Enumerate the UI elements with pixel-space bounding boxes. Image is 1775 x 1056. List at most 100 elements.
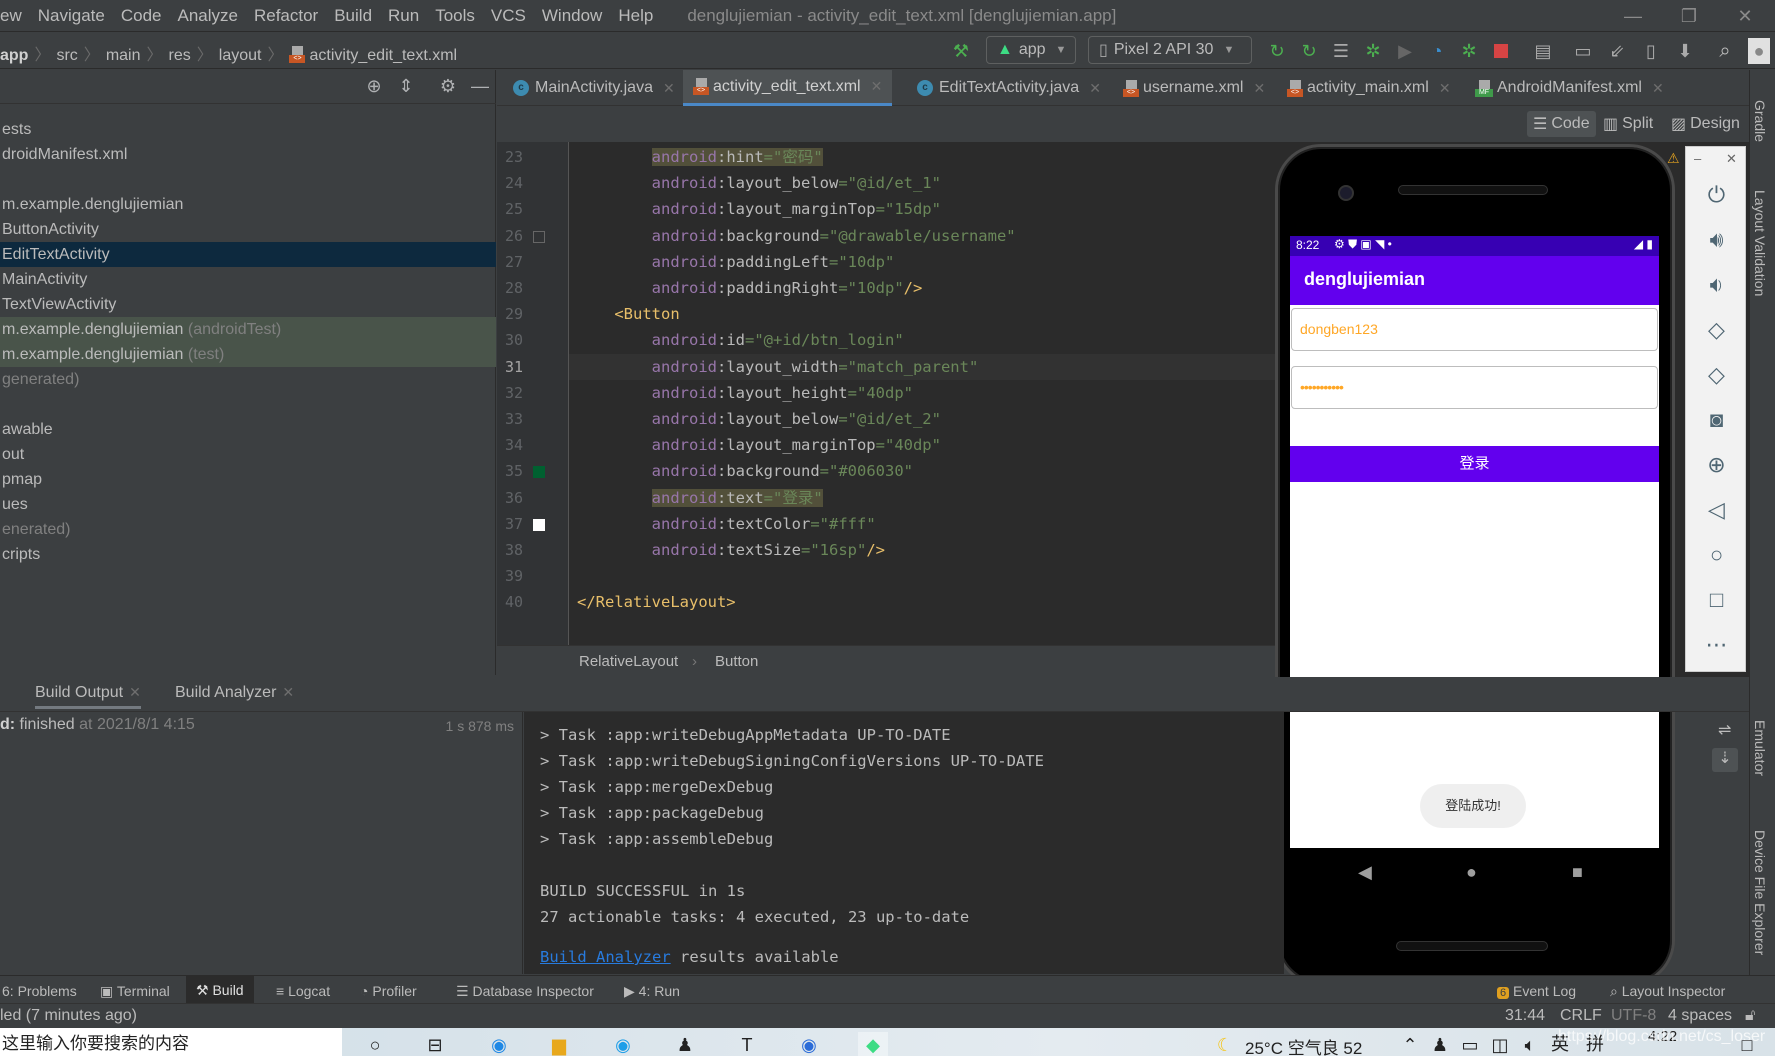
collapse-all-icon[interactable]: ⇕ [394,76,418,98]
close-tab-icon[interactable]: ✕ [282,684,294,700]
qq-tray-icon[interactable]: ♟ [1425,1032,1455,1056]
tab-androidmanifest-xml[interactable]: AndroidManifest.xml✕ [1469,70,1670,106]
menu-help[interactable]: Help [610,6,661,26]
camera-icon[interactable]: ◙ [1686,402,1747,438]
emulator-tool[interactable]: Emulator [1752,720,1768,776]
breadcrumb-layout[interactable]: layout [219,47,262,64]
file-explorer-icon[interactable]: ▆ [544,1032,574,1056]
minimize-button[interactable]: — [1605,0,1661,32]
stop-icon[interactable] [1488,38,1514,64]
apply-code-changes-icon[interactable]: ☰ [1328,38,1354,64]
database-inspector-tool[interactable]: ☰ Database Inspector [456,980,594,1002]
color-swatch-icon[interactable] [533,466,545,479]
overview-icon[interactable]: □ [1686,582,1747,618]
breadcrumb-main[interactable]: main [106,47,141,64]
typora-icon[interactable]: T [732,1032,762,1056]
code-line[interactable]: <Button [577,301,679,327]
breadcrumb-res[interactable]: res [169,47,191,64]
more-icon[interactable]: ⋯ [1686,627,1747,663]
code-line[interactable]: android:layout_height="40dp" [577,380,913,406]
tab-build-output[interactable]: Build Output ✕ [35,684,141,709]
run-config-dropdown[interactable]: ▲ app ▼ [986,36,1076,64]
task-view-icon[interactable]: ⊟ [420,1032,450,1056]
build-analyzer-link[interactable]: Build Analyzer [540,948,671,966]
file-encoding[interactable]: UTF-8 [1611,1007,1656,1025]
rotate-left-icon[interactable]: ◇ [1686,312,1747,348]
project-tree-item[interactable] [0,167,496,192]
rotate-right-icon[interactable]: ◇ [1686,357,1747,393]
sdk-manager-icon[interactable]: ⬇ [1672,38,1698,64]
soft-wrap-icon[interactable]: ⇌ [1718,720,1731,740]
code-line[interactable]: android:id="@+id/btn_login" [577,327,904,353]
code-line[interactable]: android:layout_width="match_parent" [577,354,979,380]
breadcrumb-file[interactable]: activity_edit_text.xml [309,47,457,64]
code-line[interactable]: android:layout_marginTop="40dp" [577,432,941,458]
device-dropdown[interactable]: ▯ Pixel 2 API 30 ▼ [1088,36,1252,64]
tray-chevron-icon[interactable]: ⌃ [1395,1032,1425,1056]
code-line[interactable]: android:text="登录" [577,485,823,511]
code-line[interactable]: android:textSize="16sp"/> [577,537,885,563]
layout-inspector-tool[interactable]: ⌕ Layout Inspector [1610,980,1725,1002]
close-icon[interactable]: ✕ [1726,151,1737,167]
project-tree-item[interactable]: MainActivity [0,267,496,292]
breadcrumb-app[interactable]: app [0,47,28,64]
code-line[interactable]: android:layout_marginTop="15dp" [577,196,941,222]
project-tree-item[interactable]: TextViewActivity [0,292,496,317]
profile-icon[interactable]: ◔ [1424,38,1450,64]
power-icon[interactable]: ⏻ [1686,177,1747,213]
tab-username-xml[interactable]: username.xml✕ [1117,70,1271,106]
menu-tools[interactable]: Tools [427,6,483,26]
breadcrumb-src[interactable]: src [56,47,77,64]
menu-window[interactable]: Window [534,6,610,26]
gear-icon[interactable]: ⚙ [436,76,460,98]
locate-icon[interactable]: ⊕ [362,76,386,98]
home-icon[interactable]: ○ [1686,537,1747,573]
code-mode-button[interactable]: ☰ Code [1527,111,1596,137]
code-line[interactable]: android:paddingLeft="10dp" [577,249,895,275]
apply-changes-icon[interactable]: ↻ [1296,38,1322,64]
profiler-tool[interactable]: ◔ Profiler [360,980,417,1002]
close-tab-icon[interactable]: ✕ [129,684,141,700]
login-button[interactable]: 登录 [1290,446,1659,482]
username-field[interactable]: dongben123 [1291,308,1658,351]
gradle-tool[interactable]: Gradle [1752,100,1768,142]
menu-refactor[interactable]: Refactor [246,6,326,26]
color-swatch-icon[interactable] [533,518,545,531]
logcat-tool[interactable]: ≡ Logcat [276,980,330,1002]
qq-icon[interactable]: ♟ [670,1032,700,1056]
project-tree-item[interactable]: m.example.denglujiemian [0,192,496,217]
tab-activity-edit-text-xml[interactable]: activity_edit_text.xml✕ [683,70,893,106]
project-tree-item[interactable]: out [0,442,496,467]
project-tree-item[interactable]: awable [0,417,496,442]
project-tree-item[interactable]: pmap [0,467,496,492]
network-icon[interactable]: ◫ [1485,1032,1515,1056]
home-nav-icon[interactable]: ● [1466,862,1477,883]
tab-build-analyzer[interactable]: Build Analyzer ✕ [175,684,294,702]
android-studio-icon[interactable]: ◆ [858,1032,888,1056]
close-tab-icon[interactable]: ✕ [1652,80,1664,97]
crumb-relativelayout[interactable]: RelativeLayout [579,653,678,670]
menu-code[interactable]: Code [113,6,170,26]
volume-up-icon[interactable]: 🔊︎ [1686,222,1747,258]
build-tool[interactable]: ⚒ Build [186,976,254,1004]
close-tab-icon[interactable]: ✕ [1439,80,1451,97]
project-tree-item[interactable]: ButtonActivity [0,217,496,242]
attach-debugger-icon[interactable]: ✲ [1456,38,1482,64]
code-line[interactable]: android:textColor="#fff" [577,511,876,537]
password-field[interactable]: ••••••••••• [1291,366,1658,409]
avd-manager-icon[interactable]: ▭ [1570,38,1596,64]
color-swatch-icon[interactable] [533,230,545,243]
project-tree-item[interactable]: generated) [0,367,496,392]
hammer-icon[interactable]: ⚒ [948,38,974,64]
project-tree-item[interactable] [0,392,496,417]
project-tree-item[interactable]: cripts [0,542,496,567]
split-mode-button[interactable]: ▥ Split [1597,111,1659,137]
line-separator[interactable]: CRLF [1560,1007,1602,1025]
taskbar-search[interactable]: 这里输入你要搜索的内容 [0,1028,342,1056]
problems-tool[interactable]: 6: Problems [2,980,77,1002]
menu-view[interactable]: ew [0,6,30,26]
project-tree-item[interactable]: ests [0,117,496,142]
recents-nav-icon[interactable]: ■ [1572,862,1583,883]
word-icon[interactable]: ◉ [794,1032,824,1056]
terminal-tool[interactable]: ▣ Terminal [100,980,170,1002]
